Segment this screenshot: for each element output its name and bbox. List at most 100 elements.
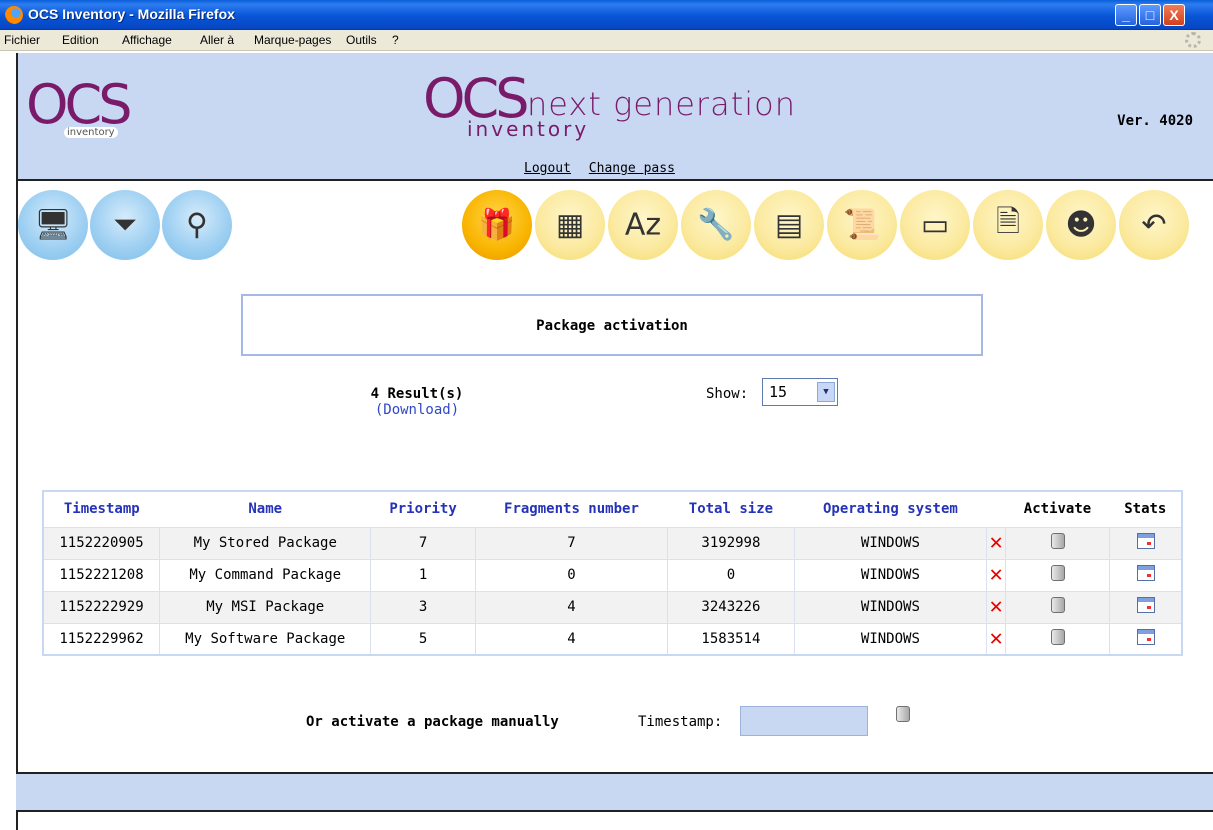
network-button[interactable]: ▭ <box>900 190 970 260</box>
delete-icon[interactable]: ✕ <box>989 626 1002 651</box>
cell-priority: 7 <box>370 526 476 560</box>
col-stats: Stats <box>1109 491 1182 527</box>
activate-package-icon[interactable] <box>896 706 910 722</box>
window-title: OCS Inventory - Mozilla Firefox <box>28 6 235 22</box>
tools-button[interactable]: 🔧 <box>681 190 751 260</box>
col-activate: Activate <box>1005 491 1110 527</box>
delete-icon[interactable]: ✕ <box>989 562 1002 587</box>
delete-icon[interactable]: ✕ <box>989 530 1002 555</box>
menu-affichage[interactable]: Affichage <box>122 33 172 47</box>
timestamp-input[interactable] <box>740 706 868 736</box>
results-summary: 4 Result(s) (Download) <box>352 386 482 418</box>
help-button[interactable]: ☻ <box>1046 190 1116 260</box>
throbber-icon <box>1185 32 1201 48</box>
menu-fichier[interactable]: Fichier <box>4 33 40 47</box>
close-button[interactable]: X <box>1163 4 1185 26</box>
activate-package-icon[interactable] <box>1050 597 1065 613</box>
table-row: 1152222929 My MSI Package 3 4 3243226 WI… <box>42 590 1183 624</box>
cell-name: My Stored Package <box>159 526 372 560</box>
col-name[interactable]: Name <box>159 491 371 527</box>
activate-package-icon[interactable] <box>1050 533 1065 549</box>
change-pass-link[interactable]: Change pass <box>589 161 675 176</box>
back-icon: ↶ <box>1141 207 1167 243</box>
cell-name: My Command Package <box>159 558 372 592</box>
cell-size: 1583514 <box>667 622 795 656</box>
menu-help[interactable]: ? <box>392 33 399 47</box>
stats-icon[interactable] <box>1136 628 1155 645</box>
show-control: Show: 15 ▼ <box>706 378 838 406</box>
tools-icon: 🔧 <box>697 207 735 243</box>
firewall-button[interactable]: ▦ <box>535 190 605 260</box>
delete-cell: ✕ <box>986 590 1006 624</box>
stats-cell <box>1109 622 1183 656</box>
dictionary-icon: Az <box>624 207 662 243</box>
cell-os: WINDOWS <box>793 526 988 560</box>
col-os[interactable]: Operating system <box>794 491 987 527</box>
activate-cell <box>1004 526 1111 560</box>
cell-fragments: 4 <box>474 590 669 624</box>
delete-cell: ✕ <box>986 558 1006 592</box>
footer-band <box>16 772 1213 812</box>
stats-cell <box>1109 590 1183 624</box>
cell-fragments: 4 <box>474 622 669 656</box>
menu-outils[interactable]: Outils <box>346 33 377 47</box>
window-titlebar: OCS Inventory - Mozilla Firefox _ □ X <box>0 0 1213 30</box>
show-select[interactable]: 15 ▼ <box>762 378 838 406</box>
table-row: 1152220905 My Stored Package 7 7 3192998… <box>42 526 1183 560</box>
search-button[interactable]: ⚲ <box>162 190 232 260</box>
show-value: 15 <box>769 383 788 401</box>
activate-package-icon[interactable] <box>1050 628 1065 645</box>
minimize-button[interactable]: _ <box>1115 4 1137 26</box>
menu-edition[interactable]: Edition <box>62 33 99 47</box>
stats-icon[interactable] <box>1136 597 1155 613</box>
activate-package-icon[interactable] <box>1050 565 1065 581</box>
registry-button[interactable]: ▤ <box>754 190 824 260</box>
cell-priority: 3 <box>370 590 476 624</box>
stats-icon[interactable] <box>1136 565 1155 581</box>
page-content: OCS inventory OCS next generation invent… <box>16 53 1213 830</box>
show-label: Show: <box>706 386 749 402</box>
firewall-icon: ▦ <box>555 207 585 243</box>
activate-cell <box>1004 558 1111 592</box>
logout-link[interactable]: Logout <box>524 161 571 176</box>
computers-icon: 🖥 <box>33 207 73 243</box>
page-title-box: Package activation <box>241 294 983 356</box>
search-icon: ⚲ <box>186 207 208 243</box>
package-button[interactable]: 🎁 <box>462 190 532 260</box>
script-button[interactable]: 📜 <box>827 190 897 260</box>
network-card-icon: ▭ <box>920 207 950 243</box>
table-header-row: Timestamp Name Priority Fragments number… <box>43 491 1182 527</box>
stats-icon[interactable] <box>1136 533 1155 549</box>
document-button[interactable]: 🗎 <box>973 190 1043 260</box>
ocs-logo-small[interactable]: OCS inventory <box>24 73 170 155</box>
delete-icon[interactable]: ✕ <box>989 594 1002 619</box>
cell-fragments: 7 <box>474 526 669 560</box>
menu-bar: Fichier Edition Affichage Aller à Marque… <box>0 30 1213 51</box>
firefox-icon <box>5 6 23 24</box>
ocs-logo-main: OCS next generation inventory <box>423 67 843 147</box>
menu-marque-pages[interactable]: Marque-pages <box>254 33 331 47</box>
chevron-down-icon[interactable]: ▼ <box>817 382 835 402</box>
cell-timestamp: 1152221208 <box>42 558 161 592</box>
filter-icon: ⏷ <box>113 207 137 243</box>
col-fragments[interactable]: Fragments number <box>475 491 668 527</box>
cell-os: WINDOWS <box>793 590 988 624</box>
logo-mid-inventory: inventory <box>467 117 590 141</box>
col-timestamp[interactable]: Timestamp <box>43 491 160 527</box>
maximize-button[interactable]: □ <box>1139 4 1161 26</box>
cell-size: 3243226 <box>667 590 795 624</box>
col-size[interactable]: Total size <box>667 491 795 527</box>
cell-size: 0 <box>667 558 795 592</box>
dictionary-button[interactable]: Az <box>608 190 678 260</box>
computers-button[interactable]: 🖥 <box>18 190 88 260</box>
filter-button[interactable]: ⏷ <box>90 190 160 260</box>
col-delete <box>986 491 1006 527</box>
back-button[interactable]: ↶ <box>1119 190 1189 260</box>
package-table: Timestamp Name Priority Fragments number… <box>42 490 1183 656</box>
page-title: Package activation <box>536 318 688 334</box>
download-link[interactable]: (Download) <box>352 402 482 418</box>
cell-size: 3192998 <box>667 526 795 560</box>
delete-cell: ✕ <box>986 622 1006 656</box>
menu-aller[interactable]: Aller à <box>200 33 234 47</box>
col-priority[interactable]: Priority <box>370 491 476 527</box>
